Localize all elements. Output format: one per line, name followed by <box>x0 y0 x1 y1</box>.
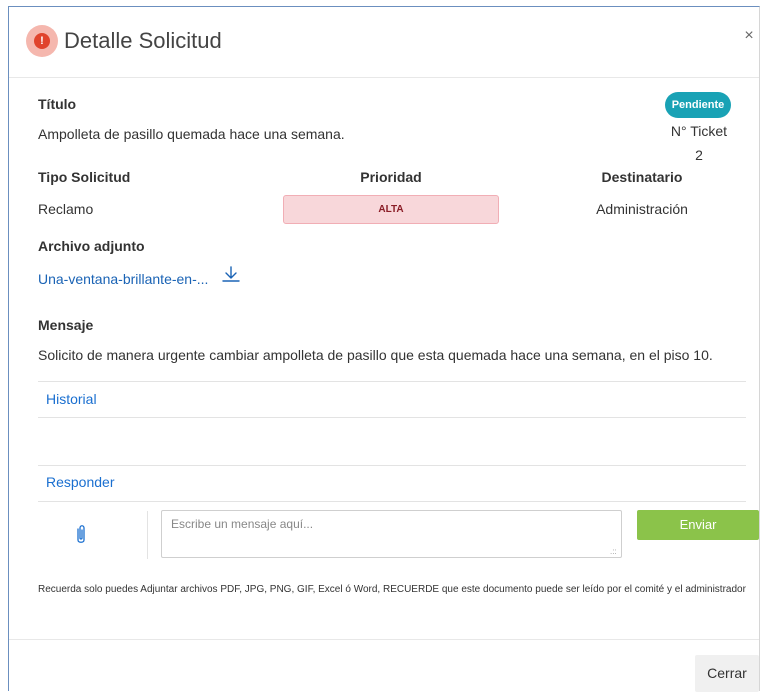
priority-label: Prioridad <box>360 169 422 185</box>
reply-link[interactable]: Responder <box>46 474 115 490</box>
divider <box>38 465 746 466</box>
message-label: Mensaje <box>38 317 94 333</box>
ticket-number: 2 <box>695 147 703 163</box>
divider <box>38 501 746 502</box>
resize-grip-icon[interactable]: .:: <box>610 547 617 556</box>
attachment-label: Archivo adjunto <box>38 238 145 254</box>
close-icon[interactable]: × <box>739 27 759 45</box>
modal-title: Detalle Solicitud <box>64 28 222 53</box>
exclamation-circle-icon: ! <box>26 25 58 57</box>
attachment-notice: Recuerda solo puedes Adjuntar archivos P… <box>38 584 746 595</box>
message-value: Solicito de manera urgente cambiar ampol… <box>38 347 713 363</box>
recipient-label: Destinatario <box>601 169 683 185</box>
history-link[interactable]: Historial <box>46 391 97 407</box>
alert-symbol: ! <box>34 33 50 49</box>
modal-header: ! Detalle Solicitud × <box>9 7 759 78</box>
recipient-value: Administración <box>596 201 688 217</box>
title-label: Título <box>38 96 77 112</box>
ticket-label: N° Ticket <box>670 123 728 139</box>
type-value: Reclamo <box>38 201 94 217</box>
title-value: Ampolleta de pasillo quemada hace una se… <box>38 126 345 142</box>
priority-badge: ALTA <box>283 195 499 224</box>
send-button[interactable]: Enviar <box>637 510 759 540</box>
status-badge: Pendiente <box>665 92 731 118</box>
close-button[interactable]: Cerrar <box>695 655 759 692</box>
vertical-divider <box>147 511 148 559</box>
attachment-link[interactable]: Una-ventana-brillante-en-... <box>38 271 208 287</box>
request-detail-modal: ! Detalle Solicitud × Título Ampolleta d… <box>8 6 760 692</box>
type-label: Tipo Solicitud <box>38 169 131 185</box>
paperclip-icon[interactable] <box>71 523 91 547</box>
download-icon[interactable] <box>221 265 241 285</box>
divider <box>38 381 746 382</box>
divider <box>38 417 746 418</box>
message-input[interactable] <box>161 510 622 558</box>
footer-divider <box>9 639 759 640</box>
